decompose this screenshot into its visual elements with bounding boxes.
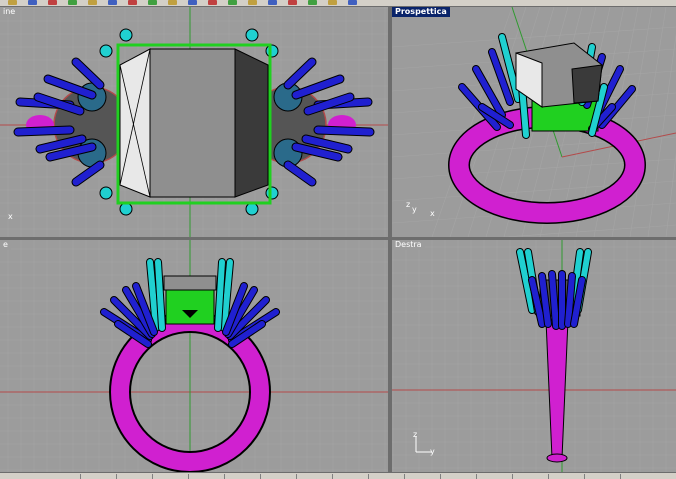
redo-icon[interactable] [108, 0, 117, 5]
undo-icon[interactable] [88, 0, 97, 5]
cyan-prong-head [119, 202, 133, 216]
grid-line [665, 152, 676, 237]
viewport-tab[interactable] [476, 474, 501, 479]
viewport-perspective[interactable]: Prospettica z y x [392, 7, 676, 237]
grid-line [647, 33, 676, 237]
paste-icon[interactable] [68, 0, 77, 5]
viewport-tab[interactable] [80, 474, 105, 479]
properties-icon[interactable] [328, 0, 337, 5]
blue-prong [284, 58, 316, 89]
cyan-prong-head [99, 44, 113, 58]
viewport-tab[interactable] [368, 474, 393, 479]
viewport-front[interactable]: e [0, 240, 388, 472]
grid-line [392, 26, 676, 48]
cyan-prong-head [265, 44, 279, 58]
axis-label-z: z [413, 430, 418, 439]
cyan-prong-head [265, 186, 279, 200]
gem-table [149, 48, 236, 198]
top-view-canvas[interactable] [0, 7, 388, 237]
gem-right-facet [234, 48, 269, 198]
main-toolbar [0, 0, 676, 6]
axis-label-y: y [412, 205, 417, 214]
blue-prong [292, 75, 344, 99]
viewport-right[interactable]: Destra z y [392, 240, 676, 472]
help-icon[interactable] [348, 0, 357, 5]
cyan-prong [155, 259, 165, 331]
viewport-tab[interactable] [440, 474, 465, 479]
viewport-tab[interactable] [116, 474, 141, 479]
blue-prong [14, 126, 74, 136]
blue-prong [72, 58, 104, 89]
blue-prong [284, 161, 316, 186]
setting-body [165, 289, 215, 325]
blue-prong [549, 271, 559, 329]
grid-line [629, 7, 667, 237]
axis-label-x: x [430, 209, 435, 218]
viewport-tab[interactable] [548, 474, 573, 479]
cyan-prong-head [99, 186, 113, 200]
viewport-tab[interactable] [332, 474, 357, 479]
viewport-tab[interactable] [584, 474, 609, 479]
snap-icon[interactable] [268, 0, 277, 5]
viewport-tabs-bar [0, 473, 676, 479]
cyan-prong-head [245, 28, 259, 42]
cyan-prong [215, 259, 225, 331]
axis-label-x: x [8, 212, 13, 221]
viewport-tab[interactable] [224, 474, 249, 479]
blue-prong [72, 161, 104, 186]
viewport-title-top[interactable]: ine [0, 7, 19, 17]
construction-grid [0, 240, 388, 472]
copy-icon[interactable] [48, 0, 57, 5]
front-view-canvas[interactable] [0, 240, 388, 472]
cut-icon[interactable] [28, 0, 37, 5]
perspective-view-canvas[interactable] [392, 7, 676, 237]
viewport-top[interactable]: ine x [0, 7, 388, 237]
osnap-icon[interactable] [288, 0, 297, 5]
viewport-title-perspective[interactable]: Prospettica [392, 7, 450, 17]
grid-line [501, 224, 676, 237]
blue-prong [314, 126, 374, 136]
rotate-icon[interactable] [188, 0, 197, 5]
new-icon[interactable] [8, 0, 17, 5]
select-icon[interactable] [168, 0, 177, 5]
light-icon[interactable] [208, 0, 217, 5]
pan-icon[interactable] [128, 0, 137, 5]
axis-label-y: y [430, 447, 435, 456]
viewport-tab[interactable] [404, 474, 429, 479]
gem-right-facet [571, 64, 603, 104]
grid-icon[interactable] [248, 0, 257, 5]
viewport-title-right[interactable]: Destra [392, 240, 425, 250]
gem-profile [163, 275, 217, 291]
axis-label-z: z [406, 200, 411, 209]
right-view-canvas[interactable] [392, 240, 676, 472]
viewport-title-front[interactable]: e [0, 240, 11, 250]
cyan-prong-head [245, 202, 259, 216]
viewport-tab[interactable] [512, 474, 537, 479]
viewport-tab[interactable] [152, 474, 177, 479]
viewport-tab[interactable] [620, 474, 645, 479]
layer-icon[interactable] [308, 0, 317, 5]
shank-bottom [546, 453, 568, 463]
viewport-tab[interactable] [260, 474, 285, 479]
viewport-tab[interactable] [188, 474, 213, 479]
cyan-prong-head [119, 28, 133, 42]
zoom-icon[interactable] [148, 0, 157, 5]
viewport-tab[interactable] [296, 474, 321, 479]
render-icon[interactable] [228, 0, 237, 5]
